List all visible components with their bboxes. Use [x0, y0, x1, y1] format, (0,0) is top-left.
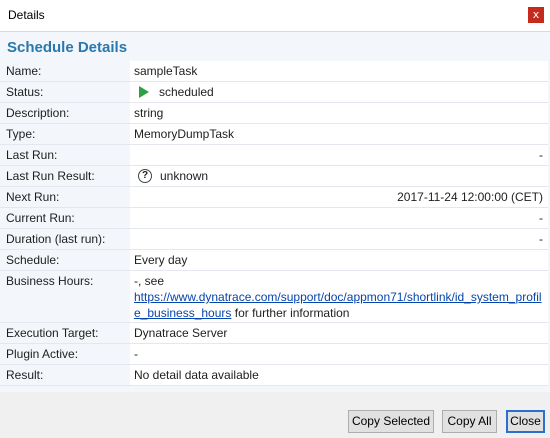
row-value[interactable]: Dynatrace Server	[130, 323, 548, 343]
value-text: scheduled	[159, 85, 214, 99]
row-label: Plugin Active:	[6, 347, 79, 361]
row-description: Description: string	[0, 103, 548, 124]
row-type: Type: MemoryDumpTask	[0, 124, 548, 145]
window-title: Details	[8, 8, 45, 22]
row-last-run: Last Run: -	[0, 145, 548, 166]
row-schedule: Schedule: Every day	[0, 250, 548, 271]
value-text: -	[134, 347, 138, 361]
close-button[interactable]: Close	[506, 410, 545, 433]
value-text: 2017-11-24 12:00:00 (CET)	[397, 190, 543, 204]
copy-all-button[interactable]: Copy All	[442, 410, 497, 433]
row-label: Schedule:	[6, 253, 60, 267]
row-value[interactable]: Every day	[130, 250, 548, 270]
row-label: Execution Target:	[6, 326, 99, 340]
row-value[interactable]: -	[130, 145, 548, 165]
row-value: -, see https://www.dynatrace.com/support…	[130, 271, 548, 322]
row-value[interactable]: 2017-11-24 12:00:00 (CET)	[130, 187, 548, 207]
row-status: Status: scheduled	[0, 82, 548, 103]
row-value[interactable]: No detail data available	[130, 365, 548, 385]
row-value[interactable]: -	[130, 208, 548, 228]
row-label: Result:	[6, 368, 44, 382]
row-value[interactable]: string	[130, 103, 548, 123]
play-icon	[139, 85, 149, 98]
row-label: Current Run:	[6, 211, 75, 225]
value-text: -	[539, 211, 543, 225]
value-text: unknown	[160, 169, 209, 183]
row-last-run-result: Last Run Result: ? unknown	[0, 166, 548, 187]
row-value[interactable]: MemoryDumpTask	[130, 124, 548, 144]
row-label: Next Run:	[6, 190, 60, 204]
row-label: Business Hours:	[6, 274, 94, 288]
row-label: Last Run Result:	[6, 169, 95, 183]
row-label: Type:	[6, 127, 36, 141]
row-value[interactable]: -	[130, 229, 548, 249]
row-value[interactable]: -	[130, 344, 548, 364]
row-result: Result: No detail data available	[0, 365, 548, 386]
details-table: Name: sampleTask Status: scheduled Descr…	[0, 61, 548, 386]
value-text: -, see	[134, 274, 165, 288]
value-suffix-text: for further information	[231, 306, 350, 320]
question-circle-icon: ?	[138, 168, 152, 183]
row-plugin-active: Plugin Active: -	[0, 344, 548, 365]
row-value[interactable]: ? unknown	[130, 166, 548, 186]
value-text: sampleTask	[134, 64, 198, 78]
row-label: Last Run:	[6, 148, 58, 162]
value-text: No detail data available	[134, 368, 259, 382]
window-close-icon[interactable]: x	[528, 7, 544, 23]
copy-selected-button[interactable]: Copy Selected	[348, 410, 434, 433]
row-label: Name:	[6, 64, 42, 78]
row-next-run: Next Run: 2017-11-24 12:00:00 (CET)	[0, 187, 548, 208]
value-text: Dynatrace Server	[134, 326, 228, 340]
row-label: Duration (last run):	[6, 232, 106, 246]
details-panel: Schedule Details Name: sampleTask Status…	[0, 32, 550, 392]
button-bar: Copy Selected Copy All Close	[0, 392, 550, 438]
row-value[interactable]: sampleTask	[130, 61, 548, 81]
row-duration: Duration (last run): -	[0, 229, 548, 250]
row-label: Status:	[6, 85, 44, 99]
value-text: -	[539, 148, 543, 162]
value-text: -	[539, 232, 543, 246]
row-label: Description:	[6, 106, 70, 120]
title-bar: Details x	[0, 0, 550, 32]
value-text: MemoryDumpTask	[134, 127, 235, 141]
value-text: string	[134, 106, 164, 120]
row-name: Name: sampleTask	[0, 61, 548, 82]
row-execution-target: Execution Target: Dynatrace Server	[0, 323, 548, 344]
row-current-run: Current Run: -	[0, 208, 548, 229]
row-value[interactable]: scheduled	[130, 82, 548, 102]
row-business-hours: Business Hours: -, see https://www.dynat…	[0, 271, 548, 323]
value-text: Every day	[134, 253, 188, 267]
page-title: Schedule Details	[7, 39, 128, 56]
